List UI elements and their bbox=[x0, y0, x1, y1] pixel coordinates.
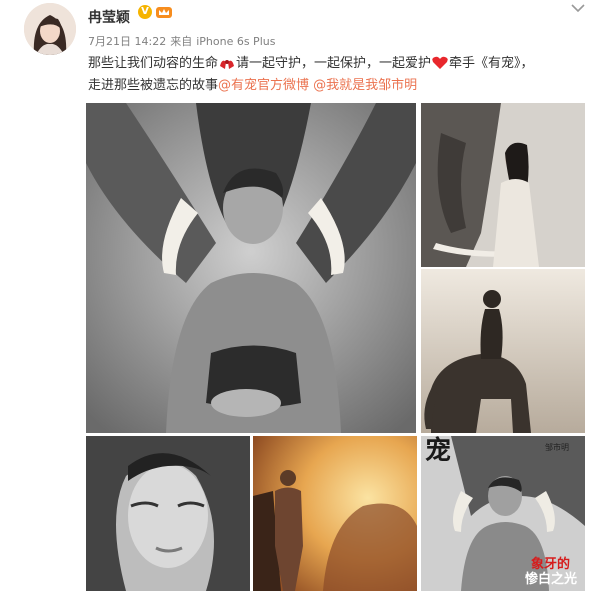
post-text-part1: 那些让我们动容的生命 bbox=[88, 56, 219, 71]
avatar[interactable] bbox=[24, 3, 76, 55]
source-device: iPhone 6s Plus bbox=[196, 35, 276, 48]
crown-icon[interactable] bbox=[155, 5, 173, 19]
photo-silhouette-elephant[interactable] bbox=[421, 269, 585, 433]
cover-headline-white: 惨白之光 bbox=[525, 572, 578, 587]
red-bow-emoji bbox=[220, 60, 235, 69]
photo-woman-elephant[interactable] bbox=[421, 103, 585, 267]
cover-name-tag: 邹市明 bbox=[545, 443, 569, 452]
photo-golden-couple[interactable] bbox=[253, 436, 417, 591]
post-text: 那些让我们动容的生命 请一起守护，一起保护，一起爱护 牵手《有宠》， 走进那些被遗忘… bbox=[88, 53, 588, 97]
post-meta: 7月21日 14:22 来自 iPhone 6s Plus bbox=[88, 33, 279, 49]
photo-main[interactable] bbox=[86, 103, 416, 433]
cover-headline-red: 象牙的 bbox=[531, 557, 571, 572]
cover-title: 宠 bbox=[425, 436, 452, 466]
mention-user[interactable]: @我就是我邹市明 bbox=[313, 78, 417, 93]
timestamp[interactable]: 7月21日 14:22 bbox=[88, 35, 166, 48]
chevron-down-icon[interactable] bbox=[571, 3, 585, 13]
photo-woman-tear[interactable] bbox=[86, 436, 250, 591]
mention-official[interactable]: @有宠官方微博 bbox=[218, 78, 309, 93]
post-text-part3: 牵手《有宠》， bbox=[449, 56, 534, 71]
post-text-part2: 请一起守护，一起保护，一起爱护 bbox=[236, 56, 432, 71]
source-prefix: 来自 bbox=[170, 35, 193, 48]
verified-v-icon: V bbox=[138, 5, 152, 19]
username[interactable]: 冉莹颖 bbox=[88, 7, 130, 27]
red-heart-emoji bbox=[432, 56, 448, 69]
post-text-part4: 走进那些被遗忘的故事 bbox=[88, 78, 219, 93]
photo-magazine-cover[interactable]: 宠 邹市明 象牙的 惨白之光 bbox=[421, 436, 585, 591]
